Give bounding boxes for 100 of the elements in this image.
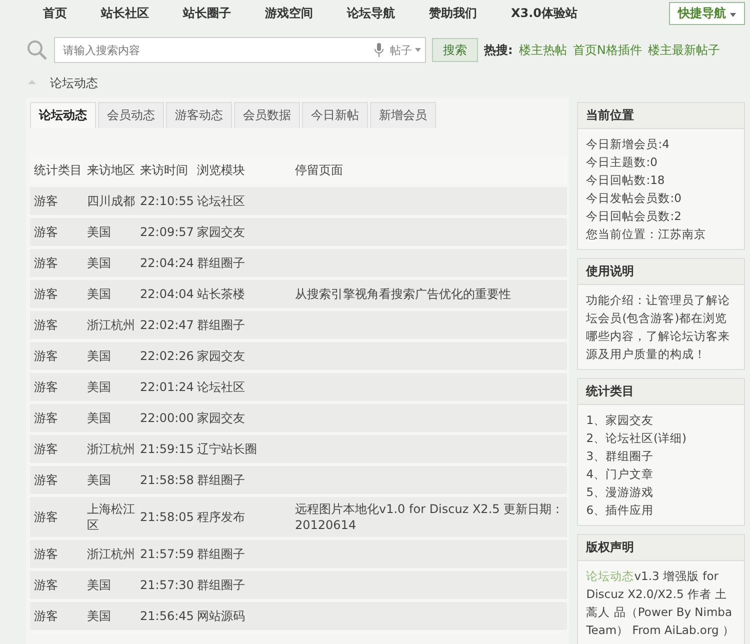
table-cell-text: 程序发布	[197, 509, 246, 525]
table-cell-text: 从搜索引擎视角看搜索广告优化的重要性	[295, 286, 512, 302]
column-header: 统计类目	[34, 162, 83, 178]
hot-search-link[interactable]: 楼主最新帖子	[648, 42, 720, 58]
card-title: 版权声明	[578, 535, 744, 561]
table-cell-text: 22:04:24	[140, 255, 195, 271]
table-cell-text: 游客	[34, 379, 59, 395]
column-header: 停留页面	[295, 162, 344, 178]
nav-link[interactable]: 站长圈子	[166, 4, 248, 22]
table-cell-text: 美国	[87, 379, 112, 395]
info-line: 今日回帖数:18	[586, 172, 666, 189]
hot-search-label: 热搜:	[484, 42, 513, 58]
table-cell-text: 美国	[87, 286, 112, 302]
table-cell-text: 群组圈子	[197, 472, 246, 488]
info-line: 今日主题数:0	[586, 154, 658, 171]
table-cell-text: 美国	[87, 224, 112, 240]
card-title: 使用说明	[578, 259, 744, 285]
table-cell-text: 美国	[87, 255, 112, 271]
info-line: 今日回帖会员数:2	[586, 208, 682, 225]
table-cell-text: 群组圈子	[197, 546, 246, 562]
table-cell-text: 游客	[34, 577, 59, 593]
search-icon	[26, 39, 48, 61]
info-line: 5、漫游游戏	[586, 484, 655, 501]
table-cell-text: 21:58:05	[140, 509, 195, 525]
table-cell-text: 群组圈子	[197, 255, 246, 271]
description-text: 功能介绍：让管理员了解论坛会员(包含游客)都在浏览哪些内容，了解论坛访客来源及用户质量的构成！	[586, 292, 732, 363]
table-cell-text: 22:00:00	[140, 410, 195, 426]
table-cell-text: 21:57:30	[140, 577, 195, 593]
table-cell-text: 游客	[34, 546, 59, 562]
table-cell-text: 家园交友	[197, 410, 246, 426]
table-cell-text: 21:57:59	[140, 546, 195, 562]
scope-dropdown[interactable]: 帖子	[390, 42, 412, 58]
info-line: 6、插件应用	[586, 502, 655, 519]
table-cell-text: 游客	[34, 410, 59, 426]
table-cell-text: 美国	[87, 410, 112, 426]
table-cell-text: 22:09:57	[140, 224, 195, 240]
nav-link[interactable]: X3.0体验站	[494, 4, 595, 22]
search-field[interactable]: 请输入搜索内容 帖子	[54, 37, 426, 63]
search-button[interactable]: 搜索	[432, 38, 478, 62]
tab[interactable]: 今日新帖	[302, 102, 368, 128]
tab[interactable]: 论坛动态	[30, 102, 96, 128]
info-line: 1、家园交友	[586, 412, 655, 429]
table-cell-text: 家园交友	[197, 348, 246, 364]
column-header: 来访地区	[87, 162, 136, 178]
table-cell-text: 22:02:47	[140, 317, 195, 333]
table-cell-text: 论坛社区	[197, 193, 246, 209]
column-header: 浏览模块	[197, 162, 246, 178]
info-line: 今日发帖会员数:0	[586, 190, 682, 207]
table-cell-text: 浙江杭州	[87, 441, 136, 457]
caret-icon	[730, 12, 736, 16]
breadcrumb-text: 论坛动态	[50, 74, 98, 92]
table-cell-text: 浙江杭州	[87, 546, 136, 562]
hot-search-link[interactable]: 首页N格插件	[572, 42, 642, 58]
quick-nav-button[interactable]: 快捷导航	[668, 2, 745, 24]
nav-link[interactable]: 站长社区	[84, 4, 166, 22]
table-cell-text: 网站源码	[197, 608, 246, 624]
table-cell-text: 游客	[34, 509, 59, 525]
table-cell-text: 游客	[34, 193, 59, 209]
table-cell-text: 辽宁站长圈	[197, 441, 258, 457]
tab[interactable]: 新增会员	[370, 102, 436, 128]
nav-link[interactable]: 论坛导航	[330, 4, 412, 22]
copyright-text: 论坛动态v1.3 增强版 for Discuz X2.0/X2.5 作者 土蒿人 品（Power By Nimba Team） From AiLab.org ）	[586, 568, 736, 639]
table-cell-text: 游客	[34, 317, 59, 333]
table-cell-text: 游客	[34, 472, 59, 488]
table-cell-text: 游客	[34, 255, 59, 271]
column-header: 来访时间	[140, 162, 189, 178]
caret-icon	[415, 48, 421, 52]
tab[interactable]: 会员动态	[98, 102, 164, 128]
table-cell-text: 站长茶楼	[197, 286, 246, 302]
hot-search-link[interactable]: 楼主热帖	[518, 42, 567, 58]
table-cell-text: 21:59:15	[140, 441, 195, 457]
table-cell-text: 群组圈子	[197, 317, 246, 333]
table-cell-text: 论坛社区	[197, 379, 246, 395]
table-cell-text: 群组圈子	[197, 577, 246, 593]
table-cell-text: 22:02:26	[140, 348, 195, 364]
table-cell-text: 游客	[34, 441, 59, 457]
table-cell-text: 22:01:24	[140, 379, 195, 395]
table-cell-text: 美国	[87, 577, 112, 593]
info-line: 您当前位置：江苏南京	[586, 226, 708, 243]
nav-link[interactable]: 首页	[26, 4, 84, 22]
table-cell-text: 美国	[87, 348, 112, 364]
nav-link[interactable]: 赞助我们	[412, 4, 494, 22]
info-line: 3、群组圈子	[586, 448, 655, 465]
table-cell-text: 游客	[34, 348, 59, 364]
table-cell-text: 21:58:58	[140, 472, 195, 488]
card-title: 统计类目	[578, 379, 744, 405]
table-cell-text: 美国	[87, 608, 112, 624]
table-cell-text: 22:04:04	[140, 286, 195, 302]
tab[interactable]: 游客动态	[166, 102, 232, 128]
table-cell-text: 游客	[34, 286, 59, 302]
card-title: 当前位置	[578, 103, 744, 129]
info-line: 今日新增会员:4	[586, 136, 670, 153]
tab[interactable]: 会员数据	[234, 102, 300, 128]
table-cell-text: 21:56:45	[140, 608, 195, 624]
table-cell-text: 家园交友	[197, 224, 246, 240]
info-line: 4、门户文章	[586, 466, 655, 483]
table-cell-text: 游客	[34, 608, 59, 624]
info-line: 2、论坛社区(详细)	[586, 430, 688, 447]
nav-link[interactable]: 游戏空间	[248, 4, 330, 22]
microphone-icon[interactable]	[374, 43, 384, 57]
